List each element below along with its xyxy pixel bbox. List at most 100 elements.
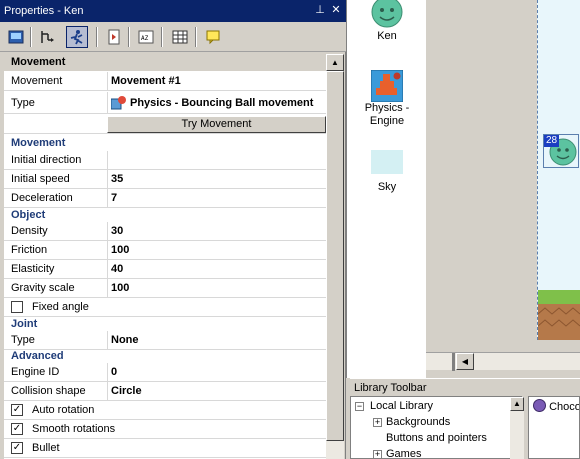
library-item-choco[interactable]: Choco [533,399,580,415]
property-row-fixed-angle[interactable]: Fixed angle [4,298,326,317]
property-value[interactable]: Movement #1 [107,72,326,91]
try-movement-button[interactable]: Try Movement [107,116,326,133]
movement-type-text: Physics - Bouncing Ball movement [130,97,314,109]
properties-title-bar: Properties - Ken ⊥ ✕ [0,0,346,22]
property-label: Type [11,97,35,109]
bouncing-ball-icon [110,95,127,111]
category-movement: Movement [11,137,66,149]
object-item-physics-engine[interactable]: Physics - Engine [347,70,427,128]
tree-node-backgrounds[interactable]: + Backgrounds [373,414,450,430]
property-label: Movement [11,75,63,87]
tree-expander[interactable]: + [373,450,382,458]
library-items: Choco [528,396,580,459]
property-value[interactable]: 35 [107,170,326,189]
category-movement-header: Movement [4,54,326,71]
ground-tile [538,290,580,340]
sprite-badge: 28 [544,135,560,147]
scroll-left-arrow-icon[interactable]: ◀ [456,353,474,370]
property-row-initial-speed[interactable]: Initial speed 35 [4,170,326,189]
property-label: Engine ID [11,366,60,378]
scroll-thumb[interactable] [326,71,344,441]
property-row-engine-id[interactable]: Engine ID 0 [4,363,326,382]
object-item-ken[interactable]: Ken [347,0,427,43]
property-label: Initial speed [11,173,70,185]
object-item-sky[interactable]: Sky [347,150,427,194]
property-label: Density [11,225,48,237]
fixed-angle-checkbox[interactable] [11,301,23,313]
library-toolbar-title: Library Toolbar [350,378,580,396]
svg-text:AZ: AZ [141,35,149,42]
object-list: Ken Physics - Engine Sky [346,0,426,378]
checkbox-label: Fixed angle [32,301,89,313]
comment-icon[interactable] [202,26,224,48]
property-row-type[interactable]: Type Physics - Bouncing Ball movement [4,92,326,114]
object-label: Ken [377,30,397,42]
tree-expander[interactable]: − [355,402,364,411]
scroll-up-arrow-icon[interactable]: ▲ [510,397,524,411]
scroll-up-arrow-icon[interactable]: ▲ [326,54,344,71]
scroll-splitter[interactable] [452,353,455,371]
property-row-collision-shape[interactable]: Collision shape Circle [4,382,326,401]
property-value[interactable]: 30 [107,222,326,241]
sky-swatch-icon [371,150,403,174]
checkbox-label: Bullet [32,442,60,454]
auto-rotation-checkbox[interactable]: ✓ [11,404,23,416]
physics-engine-icon [371,70,403,102]
tree-node-local-library[interactable]: − Local Library [355,398,433,414]
try-movement-row: Try Movement [4,115,326,134]
property-row-gravity-scale[interactable]: Gravity scale 100 [4,279,326,298]
property-value[interactable]: 100 [107,279,326,298]
table-icon[interactable] [169,26,191,48]
tree-label: Local Library [370,400,433,412]
layout-canvas[interactable] [537,0,580,340]
properties-toolbar: AZ [0,22,346,52]
script-icon[interactable] [103,26,125,48]
events-icon[interactable] [36,26,58,48]
properties-panel: Properties - Ken ⊥ ✕ AZ Movement Movemen… [0,0,346,459]
property-value[interactable]: 7 [107,189,326,208]
property-value[interactable]: 100 [107,241,326,260]
property-label: Initial direction [11,154,82,166]
tree-expander[interactable]: + [373,418,382,427]
layout-editor[interactable]: 28 [426,0,580,378]
library-item-label: Choco [549,401,580,413]
property-label: Friction [11,244,48,256]
ken-instance[interactable]: 28 [543,134,579,168]
property-grid-scrollbar[interactable]: ▲ [326,54,344,459]
library-tree-scrollbar[interactable]: ▲ [510,397,524,459]
property-value[interactable]: Circle [107,382,326,401]
properties-icon[interactable] [5,26,27,48]
property-value[interactable]: 0 [107,363,326,382]
close-icon[interactable]: ✕ [330,4,342,16]
property-value[interactable]: Physics - Bouncing Ball movement [107,92,326,114]
pin-icon[interactable]: ⊥ [314,4,326,16]
ken-sprite-icon [371,0,403,28]
library-tree: − Local Library + Backgrounds Buttons an… [350,396,522,459]
property-row-elasticity[interactable]: Elasticity 40 [4,260,326,279]
checkbox-label: Auto rotation [32,404,95,416]
alphabetical-icon[interactable]: AZ [135,26,157,48]
property-row-bullet[interactable]: ✓ Bullet [4,439,326,458]
smooth-rotations-checkbox[interactable]: ✓ [11,423,23,435]
property-row-smooth-rotations[interactable]: ✓ Smooth rotations [4,420,326,439]
choco-icon [533,399,546,412]
property-value[interactable] [107,151,326,170]
tree-node-games[interactable]: + Games [373,446,421,458]
properties-title: Properties - Ken [4,5,84,17]
property-row-initial-direction[interactable]: Initial direction [4,151,326,170]
property-row-deceleration[interactable]: Deceleration 7 [4,189,326,208]
property-label: Collision shape [11,385,86,397]
property-row-density[interactable]: Density 30 [4,222,326,241]
property-row-auto-rotation[interactable]: ✓ Auto rotation [4,401,326,420]
bullet-checkbox[interactable]: ✓ [11,442,23,454]
property-label: Gravity scale [11,282,75,294]
tree-label: Backgrounds [386,416,451,428]
property-label: Deceleration [11,192,73,204]
property-row-friction[interactable]: Friction 100 [4,241,326,260]
property-row-movement[interactable]: Movement Movement #1 [4,72,326,91]
property-label: Elasticity [11,263,55,275]
tree-node-buttons-and-pointers[interactable]: Buttons and pointers [386,430,487,446]
layout-horizontal-scrollbar[interactable]: ◀ [426,352,580,371]
property-value[interactable]: 40 [107,260,326,279]
movement-icon[interactable] [66,26,88,48]
